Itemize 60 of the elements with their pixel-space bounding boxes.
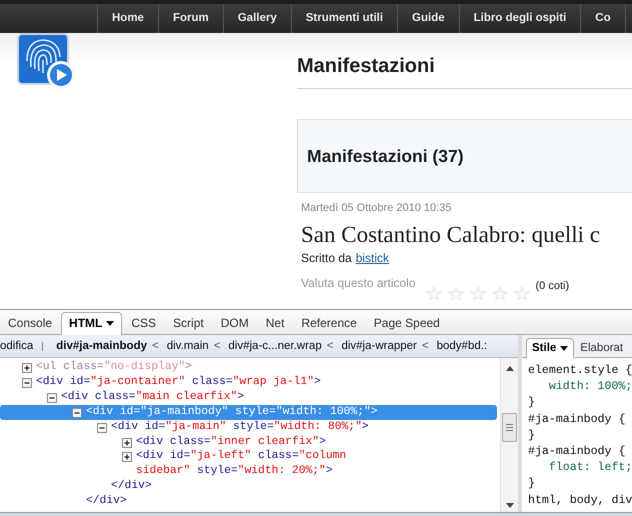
edit-button[interactable]: odifica [0, 340, 34, 352]
code-line[interactable]: <div class="inner clearfix"> [136, 434, 326, 450]
article-date: Martedì 05 Ottobre 2010 10:35 [301, 202, 452, 214]
code-line[interactable]: <div class="main clearfix"> [61, 390, 244, 405]
css-line: #ja-mainbody { [528, 444, 626, 460]
panel-tab[interactable]: Page Speed [366, 312, 448, 334]
breadcrumb-item[interactable]: div#ja-c...ner.wrap [228, 340, 322, 352]
star-icon[interactable] [448, 286, 464, 300]
panel-tab[interactable]: HTML [61, 312, 122, 335]
scroll-up-arrow-icon[interactable] [506, 366, 514, 371]
scrollbar[interactable] [500, 358, 518, 512]
breadcrumb-separator: < [422, 340, 429, 352]
css-line: element.style { [528, 363, 632, 379]
collapse-toggle-icon[interactable] [97, 422, 107, 433]
star-icon[interactable] [492, 286, 508, 300]
panel-tab[interactable]: Console [0, 312, 60, 334]
panel-tab[interactable]: Elaborat [574, 338, 630, 357]
author-link[interactable]: bistick [356, 251, 390, 265]
category-title: Manifestazioni (37) [307, 146, 464, 166]
breadcrumb-item[interactable]: body#bd.: [436, 340, 488, 352]
expand-toggle-icon[interactable] [122, 438, 132, 448]
css-line: } [528, 476, 536, 492]
css-line: html, body, div [528, 492, 632, 509]
star-icon[interactable] [470, 286, 486, 300]
page-title: Manifestazioni [297, 55, 632, 89]
code-line[interactable]: <div id="ja-main" style="width: 80%;"> [111, 420, 369, 435]
expand-toggle-icon[interactable] [22, 363, 32, 373]
code-line[interactable]: </div> [111, 479, 152, 494]
vote-count: (0 coti) [536, 280, 570, 292]
scroll-down-arrow-icon[interactable] [506, 503, 514, 508]
panel-tab[interactable]: Script [165, 312, 212, 334]
css-line: float: left; [548, 460, 632, 476]
code-line[interactable]: <div id="ja-left" class="column sidebar" style="width: 20%;"> [136, 449, 392, 480]
article-headline[interactable]: San Costantino Calabro: quelli c [301, 222, 632, 248]
panel-tab[interactable]: DOM [212, 312, 257, 334]
css-line: } [528, 395, 536, 412]
breadcrumb-separator: < [326, 340, 334, 352]
breadcrumb-item[interactable]: div#ja-mainbody [56, 340, 147, 352]
css-line: #ja-mainbody { [528, 412, 626, 428]
expand-toggle-icon[interactable] [122, 452, 132, 462]
breadcrumb-item[interactable]: div.main [166, 340, 209, 352]
panel-tab[interactable]: Stile [526, 338, 574, 358]
fingerprint-logo-icon [17, 33, 77, 91]
css-line: width: 100%; [548, 379, 632, 396]
panel-tab[interactable]: Reference [293, 312, 365, 334]
byline-label: Scritto da [301, 251, 352, 265]
code-line[interactable]: <div id="ja-container" class="wrap ja-l1"> [36, 374, 321, 390]
breadcrumb-separator: < [214, 340, 220, 352]
star-icon[interactable] [426, 286, 442, 300]
star-icon[interactable] [514, 286, 530, 300]
collapse-toggle-icon[interactable] [47, 392, 57, 403]
rating-label: Valuta questo articolo [301, 276, 416, 290]
breadcrumb-separator: < [152, 340, 159, 352]
breadcrumb-item[interactable]: div#ja-wrapper [341, 340, 417, 352]
css-line: } [528, 428, 536, 444]
panel-tab[interactable]: Net [258, 312, 292, 334]
collapse-toggle-icon[interactable] [72, 408, 82, 418]
collapse-toggle-icon[interactable] [22, 378, 32, 388]
code-line[interactable]: </div> [86, 494, 127, 510]
panel-tab[interactable]: CSS [123, 312, 164, 334]
